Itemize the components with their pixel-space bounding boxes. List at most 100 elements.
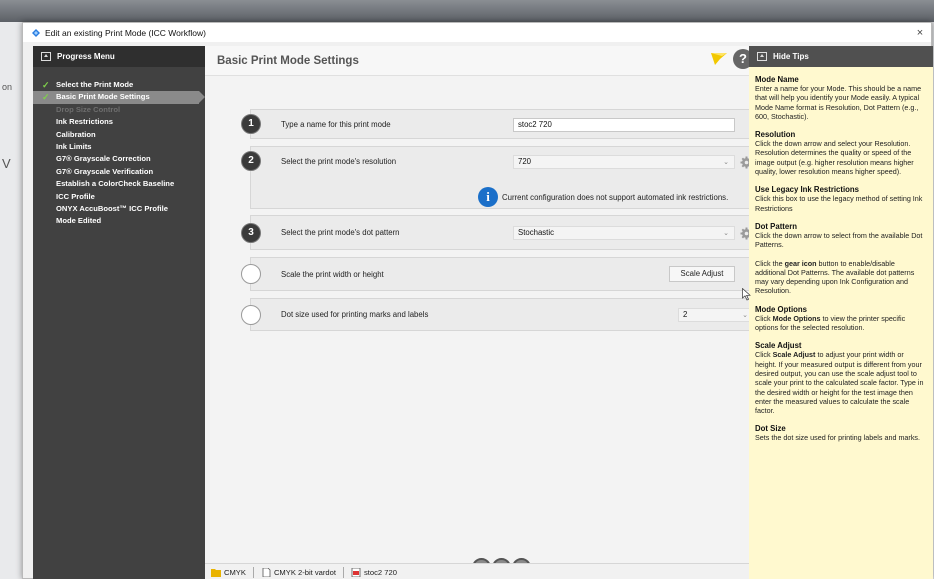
tip-emphasis: Mode Options — [772, 313, 821, 323]
step-label: Scale the print width or height — [281, 270, 384, 279]
progress-menu-list: ✓ Select the Print Mode ✓ Basic Print Mode … — [33, 67, 205, 228]
progress-item[interactable]: ONYX AccuBoost™ ICC Profile — [33, 203, 205, 215]
chevron-down-icon: ⌄ — [723, 159, 729, 166]
progress-item-label: Calibration — [56, 129, 96, 139]
status-separator — [343, 566, 344, 578]
step-scale: Scale the print width or height Scale Ad… — [241, 257, 760, 291]
step-circle — [241, 264, 261, 284]
tips-panel: Hide Tips Mode Name Enter a name for your… — [749, 46, 933, 579]
tips-body: Mode Name Enter a name for your Mode. Thi… — [749, 67, 933, 443]
chevron-down-icon: ⌄ — [723, 230, 729, 237]
progress-menu-title: Progress Menu — [57, 52, 115, 61]
checkmark-icon: ✓ — [42, 92, 50, 103]
print-mode-dialog: Edit an existing Print Mode (ICC Workflo… — [22, 22, 933, 579]
dot-size-value: 2 — [683, 310, 688, 319]
checkmark-icon: ✓ — [42, 80, 50, 90]
tip-text: Click the down arrow and select your Res… — [755, 139, 914, 177]
title-bar: Edit an existing Print Mode (ICC Workflo… — [23, 23, 931, 42]
tip-section: Mode Name Enter a name for your Mode. Thi… — [755, 75, 927, 121]
tip-title: Dot Size — [755, 424, 786, 434]
progress-item-label: Ink Limits — [56, 141, 92, 151]
progress-item[interactable]: G7® Grayscale Correction — [33, 153, 205, 165]
tip-section: Dot Pattern Click the down arrow to selec… — [755, 222, 927, 250]
step-label: Type a name for this print mode — [281, 120, 391, 129]
print-mode-icon — [351, 567, 361, 577]
progress-item[interactable]: Establish a ColorCheck Baseline — [33, 178, 205, 190]
info-text: Current configuration does not support a… — [502, 192, 729, 202]
resolution-value: 720 — [518, 157, 532, 166]
folder-icon — [211, 568, 221, 577]
tip-text: Click Mode Options to view the printer s… — [755, 314, 927, 333]
tip-text: Sets the dot size used for printing labe… — [755, 433, 921, 443]
progress-item-label: Basic Print Mode Settings — [56, 92, 150, 102]
tip-text-part: Click — [755, 350, 773, 360]
tip-section: Resolution Click the down arrow and selec… — [755, 130, 927, 176]
progress-menu-header: Progress Menu — [33, 46, 205, 67]
hide-tips-label: Hide Tips — [773, 52, 809, 61]
tip-text: Click the down arrow to select from the … — [755, 230, 923, 250]
progress-item[interactable]: Ink Limits — [33, 141, 205, 153]
step-label: Select the print mode's resolution — [281, 157, 397, 166]
info-message: i Current configuration does not support… — [478, 187, 728, 207]
status-bar: CMYK CMYK 2-bit vardot stoc2 720 — [205, 563, 749, 579]
step-name: 1 Type a name for this print mode stoc2 … — [241, 109, 760, 139]
progress-item[interactable]: G7® Grayscale Verification — [33, 166, 205, 178]
tip-text-part: Click — [755, 313, 773, 323]
tip-title: Resolution — [755, 130, 796, 140]
tip-title: Scale Adjust — [755, 341, 802, 351]
progress-item[interactable]: Calibration — [33, 129, 205, 141]
mode-name-input[interactable]: stoc2 720 — [513, 118, 735, 132]
app-logo-icon — [32, 28, 40, 37]
dot-pattern-select[interactable]: Stochastic ⌄ — [513, 226, 735, 240]
window-title: Edit an existing Print Mode (ICC Workflo… — [45, 27, 206, 38]
progress-item[interactable]: ICC Profile — [33, 191, 205, 203]
tip-title: Mode Options — [755, 304, 807, 314]
progress-item-label: G7® Grayscale Correction — [56, 154, 151, 164]
step-label: Select the print mode's dot pattern — [281, 228, 400, 237]
tip-text-part: Click the — [755, 258, 785, 268]
tip-title: Dot Pattern — [755, 221, 798, 231]
dot-pattern-value: Stochastic — [518, 228, 554, 237]
dot-size-select[interactable]: 2 ⌄ — [678, 308, 754, 322]
tip-title: Use Legacy Ink Restrictions — [755, 185, 859, 195]
resolution-select[interactable]: 720 ⌄ — [513, 155, 735, 169]
hide-tips-button[interactable]: Hide Tips — [749, 46, 933, 67]
flag-icon[interactable] — [709, 50, 729, 68]
tip-emphasis: gear icon — [784, 258, 817, 268]
step-dot-pattern: 3 Select the print mode's dot pattern St… — [241, 215, 760, 250]
step-number: 2 — [241, 151, 261, 171]
tip-section: Scale Adjust Click Scale Adjust to adjust… — [755, 341, 927, 415]
progress-item-label: ICC Profile — [56, 191, 95, 201]
progress-item-label: Select the Print Mode — [56, 80, 134, 89]
progress-menu: Progress Menu ✓ Select the Print Mode ✓ Bas… — [33, 46, 205, 579]
step-number: 3 — [241, 223, 261, 243]
step-number: 1 — [241, 114, 261, 134]
tip-section: Mode Options Click Mode Options to view t… — [755, 305, 927, 333]
progress-item[interactable]: Mode Edited — [33, 215, 205, 227]
tip-text-part: to adjust your print width or height. If… — [755, 350, 924, 416]
main-header: Basic Print Mode Settings — [205, 46, 749, 76]
collapse-icon — [757, 52, 767, 61]
background-top — [0, 0, 934, 22]
progress-item-label: G7® Grayscale Verification — [56, 166, 154, 176]
step-label: Dot size used for printing marks and lab… — [281, 310, 429, 319]
background-left: on V — [0, 22, 24, 579]
main-panel: Basic Print Mode Settings ? 1 Type a nam… — [205, 46, 760, 579]
info-icon: i — [478, 187, 498, 207]
status-print-mode: stoc2 720 — [364, 567, 397, 577]
progress-item-label: ONYX AccuBoost™ ICC Profile — [56, 203, 168, 213]
page-title: Basic Print Mode Settings — [217, 54, 359, 67]
scale-adjust-button[interactable]: Scale Adjust — [669, 266, 735, 282]
progress-item-label: Mode Edited — [56, 216, 102, 226]
background-text: on — [2, 82, 13, 92]
progress-item-label: Establish a ColorCheck Baseline — [56, 179, 175, 189]
progress-item[interactable]: ✓ Basic Print Mode Settings — [33, 91, 205, 104]
tip-section: Dot Size Sets the dot size used for print… — [755, 424, 927, 442]
progress-item[interactable]: ✓ Select the Print Mode — [33, 79, 205, 91]
tip-emphasis: Scale Adjust — [772, 350, 816, 360]
close-button[interactable]: × — [909, 27, 931, 39]
mouse-cursor-icon — [742, 288, 751, 301]
progress-item[interactable]: Ink Restrictions — [33, 116, 205, 128]
status-ink-config: CMYK 2-bit vardot — [273, 567, 336, 577]
tip-text: Click the gear icon button to enable/dis… — [755, 259, 927, 296]
